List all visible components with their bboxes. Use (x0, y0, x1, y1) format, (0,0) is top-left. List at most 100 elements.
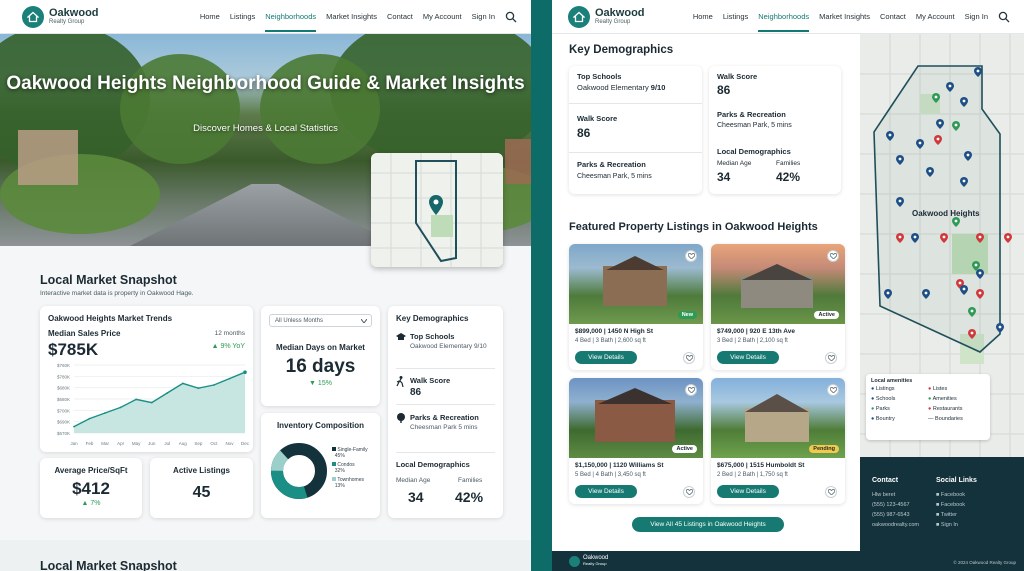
listing-card[interactable]: Active $1,150,000 | 1120 Williams St 5 B… (569, 378, 703, 504)
map-pin-icon[interactable] (976, 266, 984, 279)
search-icon[interactable] (998, 11, 1010, 23)
house-image (18, 130, 78, 185)
favorite-heart-icon[interactable] (683, 486, 695, 498)
map-pin-icon[interactable] (884, 286, 892, 299)
favorite-heart-icon[interactable] (825, 486, 837, 498)
favorite-heart-icon[interactable] (827, 250, 839, 262)
map-pin-icon[interactable] (946, 79, 954, 92)
favorite-heart-icon[interactable] (827, 384, 839, 396)
view-all-listings-button[interactable]: View All 45 Listings in Oakwood Heights (632, 517, 784, 532)
map-pin-icon[interactable] (896, 194, 904, 207)
listing-details: 3 Bed | 2 Bath | 2,100 sq ft (717, 338, 788, 344)
nav-neighborhoods[interactable]: Neighborhoods (265, 12, 317, 32)
map-pin-icon[interactable] (934, 132, 942, 145)
view-details-button[interactable]: View Details (575, 351, 637, 364)
favorite-heart-icon[interactable] (685, 384, 697, 396)
nav-sign-in[interactable]: Sign In (965, 12, 988, 21)
nav-market-insights[interactable]: Market Insights (326, 12, 377, 21)
trend-area (74, 372, 245, 433)
nav-sign-in[interactable]: Sign In (472, 12, 495, 21)
map-pin-icon[interactable] (968, 326, 976, 339)
snapshot-title: Local Market Snapshot (40, 273, 177, 287)
nav-home[interactable]: Home (200, 12, 220, 21)
social-link[interactable]: ■ Facebook (936, 490, 965, 500)
map-pin-icon[interactable] (968, 304, 976, 317)
favorite-heart-icon[interactable] (825, 352, 837, 364)
schools-value: Oakwood Elementary 9/10 (410, 343, 487, 350)
neighborhood-map[interactable]: Oakwood Heights Local amenities ● Listin… (860, 34, 1024, 457)
map-pin-icon[interactable] (974, 64, 982, 77)
nav-my-account[interactable]: My Account (423, 12, 462, 21)
active-listings-card: Active Listings 45 (150, 458, 253, 518)
local-demographics-label: Local Demographics (717, 147, 791, 156)
listing-card[interactable]: Pending $675,000 | 1515 Humboldt St 2 Be… (711, 378, 845, 504)
nav-menu: Home Listings Neighborhoods Market Insig… (693, 11, 1010, 32)
map-pin-icon[interactable] (936, 116, 944, 129)
map-pin-icon[interactable] (932, 90, 940, 103)
period-label: 12 months (214, 330, 245, 337)
parks-label: Parks & Recreation (410, 413, 479, 422)
parks-value: Cheesman Park 5 mins (410, 424, 478, 431)
trend-point (135, 398, 138, 401)
map-pin-icon[interactable] (916, 136, 924, 149)
nav-contact[interactable]: Contact (880, 12, 906, 21)
snapshot-subtitle: Interactive market data is property in O… (40, 290, 194, 297)
y-tick-label: $760K (57, 363, 70, 368)
map-pin-icon[interactable] (896, 230, 904, 243)
map-pin-icon[interactable] (922, 286, 930, 299)
map-pin-icon[interactable] (952, 118, 960, 131)
map-pin-icon[interactable] (996, 320, 1004, 333)
families-value: 42% (776, 170, 801, 184)
x-tick-label: Aug (179, 441, 188, 446)
brand-logo[interactable]: Oakwood Realty Group (22, 5, 99, 28)
map-pin-icon[interactable] (940, 230, 948, 243)
nav-market-insights[interactable]: Market Insights (819, 12, 870, 21)
map-pin-icon[interactable] (964, 148, 972, 161)
social-link[interactable]: ■ Sign In (936, 520, 965, 530)
map-pin-icon[interactable] (1004, 230, 1012, 243)
map-legend: Local amenities ● Listings ● Listes ● Sc… (866, 374, 990, 440)
status-badge: Active (814, 311, 839, 319)
x-tick-label: Sep (194, 441, 203, 446)
parks-value: Cheesman Park, 5 mins (577, 173, 652, 180)
trend-point (73, 425, 75, 428)
favorite-heart-icon[interactable] (683, 352, 695, 364)
map-pin-icon[interactable] (952, 214, 960, 227)
nav-listings[interactable]: Listings (723, 12, 748, 21)
view-details-button[interactable]: View Details (717, 351, 779, 364)
nav-listings[interactable]: Listings (230, 12, 255, 21)
listing-card[interactable]: New $899,000 | 1450 N High St 4 Bed | 3 … (569, 244, 703, 370)
map-pin-icon[interactable] (976, 230, 984, 243)
view-details-button[interactable]: View Details (575, 485, 637, 498)
map-pin-icon[interactable] (911, 230, 919, 243)
map-pin-icon[interactable] (960, 282, 968, 295)
key-demographics-card: Key Demographics Top Schools Oakwood Ele… (388, 306, 503, 518)
map-pin-icon[interactable] (886, 128, 894, 141)
median-price-label: Median Sales Price (48, 329, 121, 338)
social-link[interactable]: ■ Twitter (936, 510, 965, 520)
brand-sub: Realty Group (49, 18, 85, 25)
brand-name: Oakwood (595, 6, 645, 19)
nav-neighborhoods[interactable]: Neighborhoods (758, 12, 810, 32)
nav-home[interactable]: Home (693, 12, 713, 21)
map-pin-icon[interactable] (926, 164, 934, 177)
search-icon[interactable] (505, 11, 517, 23)
nav-contact[interactable]: Contact (387, 12, 413, 21)
listing-card[interactable]: Active $749,000 | 920 E 13th Ave 3 Bed |… (711, 244, 845, 370)
view-details-button[interactable]: View Details (717, 485, 779, 498)
graduation-cap-icon (396, 333, 406, 340)
map-pin-icon[interactable] (960, 94, 968, 107)
copyright: © 2024 Oakwood Realty Group (953, 560, 1016, 565)
brand-name: Oakwood (49, 6, 99, 19)
days-value: 16 days (285, 356, 356, 377)
schools-value: Oakwood Elementary 9/10 (577, 83, 666, 92)
map-pin-icon[interactable] (976, 286, 984, 299)
neighborhood-mini-map[interactable] (371, 153, 503, 267)
map-pin-icon[interactable] (896, 152, 904, 165)
social-link[interactable]: ■ Facebook (936, 500, 965, 510)
period-dropdown[interactable]: All Unless Months (269, 314, 372, 327)
favorite-heart-icon[interactable] (685, 250, 697, 262)
nav-my-account[interactable]: My Account (916, 12, 955, 21)
brand-logo[interactable]: Oakwood Realty Group (568, 5, 645, 28)
map-pin-icon[interactable] (960, 174, 968, 187)
